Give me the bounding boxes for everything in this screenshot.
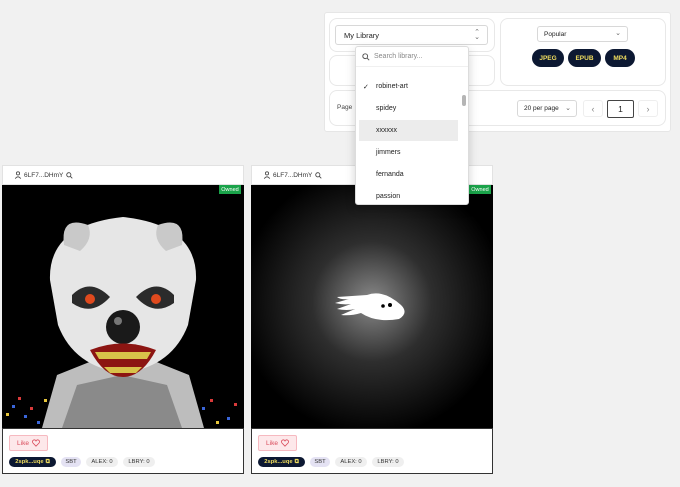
- library-select-value: My Library: [344, 30, 380, 40]
- like-label: Like: [17, 439, 29, 447]
- check-icon: ✓: [363, 83, 369, 91]
- sort-select-value: Popular: [544, 30, 567, 38]
- clown-artwork-image[interactable]: [2, 185, 244, 428]
- sbt-chip: SBT: [61, 457, 81, 467]
- dropdown-item-spidey[interactable]: spidey: [356, 98, 463, 119]
- per-page-select[interactable]: 20 per page ⌄: [517, 100, 577, 117]
- owned-badge: Owned: [219, 185, 241, 194]
- owner-address[interactable]: 6LF7...DHmY: [273, 172, 312, 179]
- dropdown-item-label: robinet-art: [376, 83, 408, 90]
- owner-address[interactable]: 6LF7...DHmY: [24, 172, 63, 179]
- library-select[interactable]: My Library ⌃ ⌄: [335, 25, 488, 45]
- heart-icon: [280, 439, 289, 447]
- ghost-artwork-image[interactable]: [251, 185, 493, 428]
- search-icon[interactable]: [315, 171, 322, 179]
- format-pill-epub[interactable]: EPUB: [568, 49, 601, 67]
- like-button[interactable]: Like: [9, 435, 48, 451]
- dropdown-item-xxxxxx[interactable]: xxxxxx: [359, 120, 458, 141]
- token-id-chip[interactable]: 2spk...uqe ⧉: [258, 457, 305, 467]
- token-id: 2spk...uqe: [15, 459, 44, 465]
- page-number-input[interactable]: 1: [607, 100, 634, 118]
- token-id-chip[interactable]: 2spk...uqe ⧉: [9, 457, 56, 467]
- sbt-chip: SBT: [310, 457, 330, 467]
- dropdown-item-label: fernanda: [376, 171, 404, 178]
- library-dropdown: Search library... ✓ robinet-art spidey x…: [355, 46, 469, 205]
- lbry-chip: LBRY: 0: [123, 457, 155, 467]
- card-1-header: 6LF7...DHmY: [2, 165, 244, 185]
- dropdown-item-label: passion: [376, 193, 401, 200]
- token-id: 2spk...uqe: [264, 459, 293, 465]
- dropdown-item-label: jimmers: [376, 149, 401, 156]
- copy-icon[interactable]: ⧉: [46, 459, 50, 466]
- search-placeholder: Search library...: [374, 53, 423, 60]
- like-button[interactable]: Like: [258, 435, 297, 451]
- dropdown-item-jimmers[interactable]: jimmers: [356, 142, 463, 163]
- library-search-input[interactable]: Search library...: [356, 47, 468, 67]
- card-1-footer: Like 2spk...uqe ⧉ SBT ALEX: 0 LBRY: 0: [2, 428, 244, 474]
- dropdown-item-fernanda[interactable]: fernanda: [356, 164, 463, 185]
- chevron-down-icon: ⌄: [565, 105, 571, 112]
- user-icon: [263, 171, 271, 179]
- alex-chip: ALEX: 0: [335, 457, 367, 467]
- heart-icon: [31, 439, 40, 447]
- dropdown-scrollbar[interactable]: [462, 95, 466, 106]
- ghost-artwork: [251, 185, 493, 428]
- sort-select[interactable]: Popular ⌄: [537, 26, 628, 42]
- dropdown-item-passion[interactable]: passion: [356, 186, 463, 204]
- lbry-chip: LBRY: 0: [372, 457, 404, 467]
- per-page-value: 20 per page: [524, 105, 559, 112]
- alex-chip: ALEX: 0: [86, 457, 118, 467]
- clown-artwork: [2, 185, 244, 428]
- updown-chevron-icon: ⌃ ⌄: [474, 29, 480, 41]
- dropdown-item-label: spidey: [376, 105, 397, 112]
- format-pill-mp4[interactable]: MP4: [605, 49, 635, 67]
- page-label: Page: [337, 104, 353, 111]
- like-label: Like: [266, 439, 278, 447]
- chevron-down-icon: ⌄: [615, 30, 621, 37]
- search-icon: [362, 52, 370, 61]
- dropdown-item-label: xxxxxx: [376, 127, 397, 134]
- owned-badge: Owned: [469, 185, 491, 194]
- card-2-footer: Like 2spk...uqe ⧉ SBT ALEX: 0 LBRY: 0: [251, 428, 493, 474]
- prev-page-button[interactable]: ‹: [583, 100, 603, 117]
- copy-icon[interactable]: ⧉: [295, 459, 299, 466]
- format-pill-jpeg[interactable]: JPEG: [532, 49, 564, 67]
- next-page-button[interactable]: ›: [638, 100, 658, 117]
- user-icon: [14, 171, 22, 179]
- dropdown-item-robinet-art[interactable]: ✓ robinet-art: [356, 76, 463, 97]
- search-icon[interactable]: [66, 171, 73, 179]
